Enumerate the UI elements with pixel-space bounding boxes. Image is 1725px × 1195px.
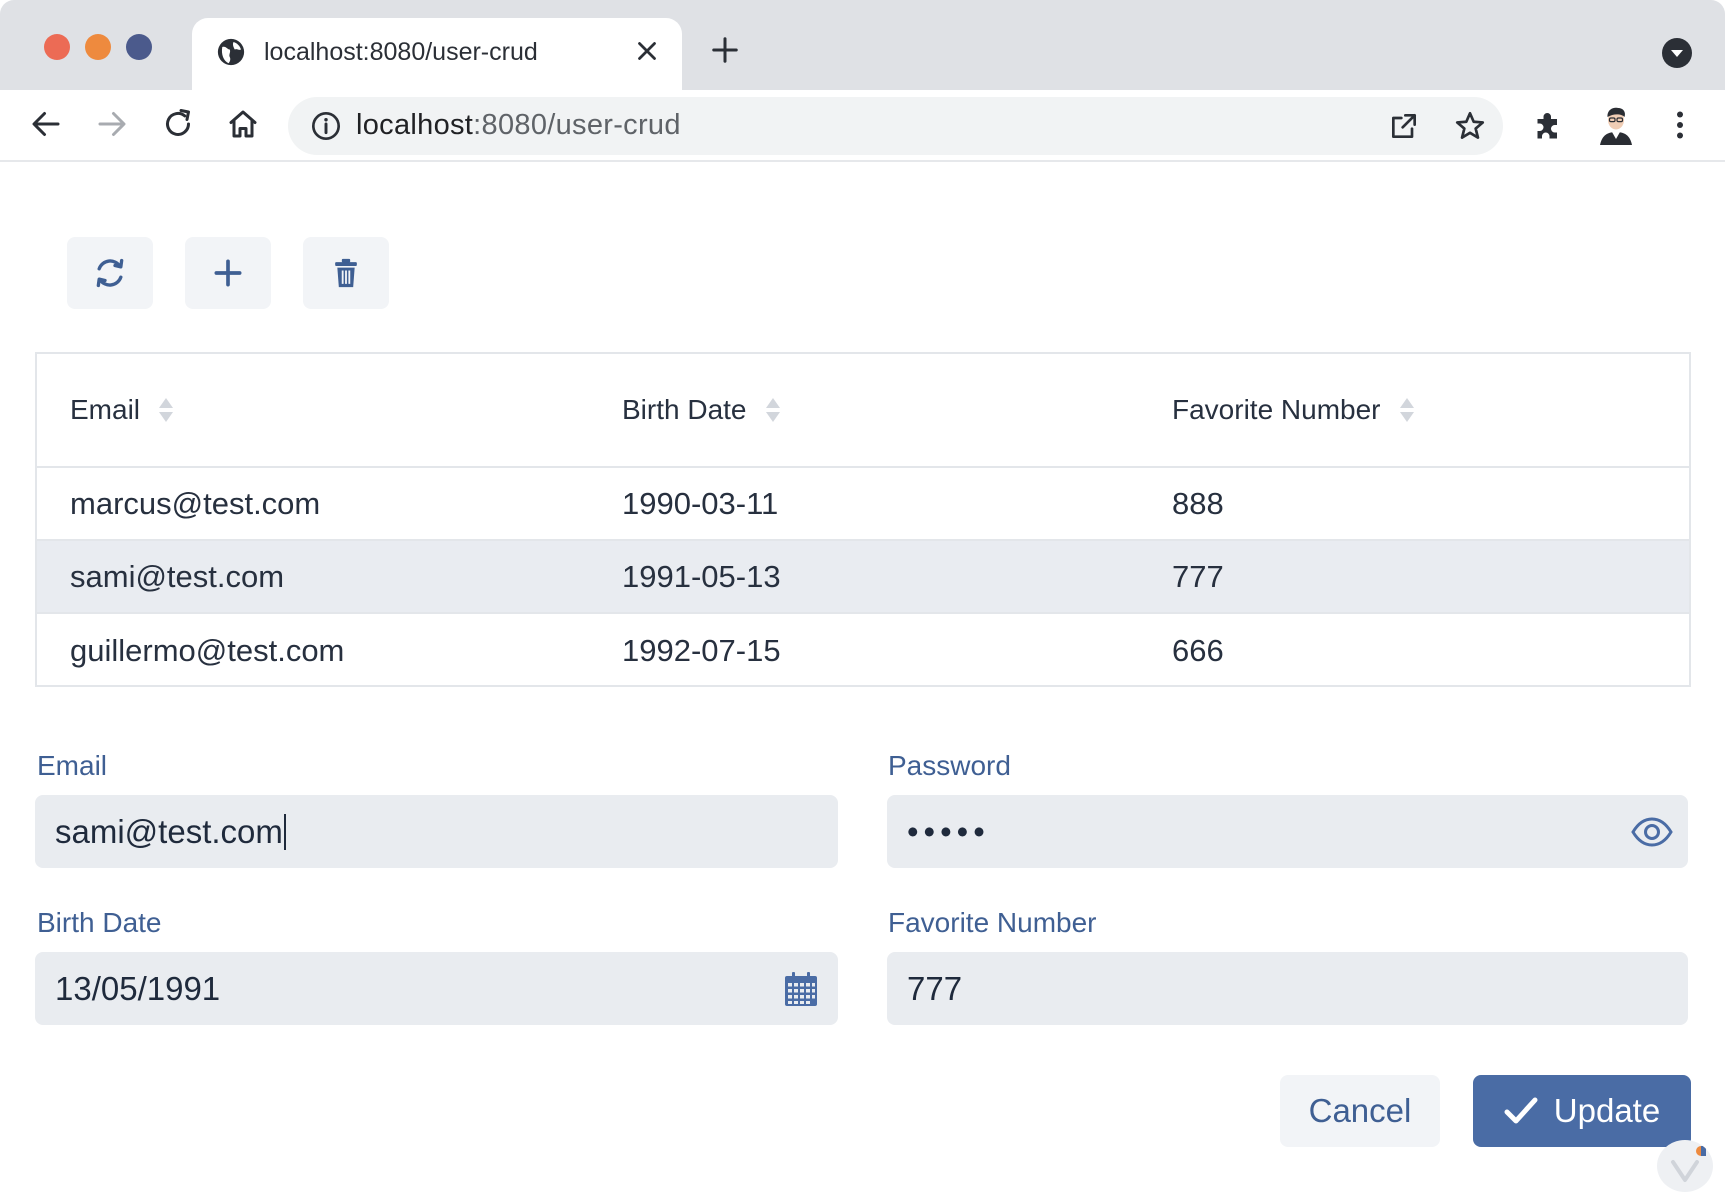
refresh-icon <box>96 258 124 288</box>
email-value-text: sami@test.com <box>55 812 283 850</box>
column-header-birth-date[interactable]: Birth Date <box>622 354 783 466</box>
eye-icon[interactable] <box>1630 812 1674 852</box>
table-row[interactable]: guillermo@test.com 1992-07-15 666 <box>37 614 1689 687</box>
birth-date-label: Birth Date <box>37 907 162 938</box>
open-in-new-icon[interactable] <box>1388 110 1420 142</box>
users-grid: Email Birth Date Favorite Number marcus@… <box>35 352 1691 687</box>
url-path: :8080/user-crud <box>473 109 681 141</box>
url-host: localhost <box>356 109 474 141</box>
cell-birth-date: 1992-07-15 <box>622 632 781 668</box>
update-button-label: Update <box>1553 1092 1661 1129</box>
cell-email: marcus@test.com <box>70 485 321 521</box>
browser-toolbar: localhost:8080/user-crud <box>0 90 1725 162</box>
favorite-number-label: Favorite Number <box>888 907 1097 938</box>
window-maximize-button[interactable] <box>126 34 152 60</box>
email-label: Email <box>37 750 108 781</box>
column-header-label: Email <box>70 394 141 425</box>
table-row-selected[interactable]: sami@test.com 1991-05-13 777 <box>37 541 1689 614</box>
column-header-label: Birth Date <box>622 394 747 425</box>
grid-header-row: Email Birth Date Favorite Number <box>37 354 1689 468</box>
column-header-email[interactable]: Email <box>70 354 176 466</box>
info-icon[interactable] <box>310 110 342 142</box>
window-minimize-button[interactable] <box>85 34 111 60</box>
cell-birth-date: 1991-05-13 <box>622 558 781 594</box>
reload-icon[interactable] <box>160 106 196 142</box>
kebab-menu-icon[interactable] <box>1662 107 1698 143</box>
email-field-value: sami@test.com <box>55 795 286 868</box>
window-close-button[interactable] <box>44 34 70 60</box>
update-button[interactable]: Update <box>1473 1075 1691 1147</box>
globe-icon <box>217 38 245 66</box>
forward-arrow-icon[interactable] <box>94 106 130 142</box>
home-icon[interactable] <box>225 106 261 142</box>
close-icon[interactable] <box>632 36 662 66</box>
browser-tab-strip: localhost:8080/user-crud <box>0 0 1725 90</box>
dev-tools-badge[interactable] <box>1657 1140 1713 1192</box>
checkmark-icon <box>1504 1097 1538 1124</box>
sort-arrows-icon[interactable] <box>156 395 176 425</box>
birth-date-field-value: 13/05/1991 <box>55 969 221 1007</box>
cell-favorite-number: 777 <box>1172 558 1224 594</box>
back-arrow-icon[interactable] <box>28 106 64 142</box>
cell-favorite-number: 888 <box>1172 485 1224 521</box>
profile-avatar[interactable] <box>1594 103 1638 147</box>
cancel-button[interactable]: Cancel <box>1280 1075 1440 1147</box>
trash-icon <box>335 258 357 288</box>
email-field[interactable]: sami@test.com <box>35 795 838 868</box>
plus-icon <box>214 259 242 287</box>
text-caret <box>283 813 286 850</box>
sort-arrows-icon[interactable] <box>763 395 783 425</box>
refresh-button[interactable] <box>67 237 153 309</box>
tab-title: localhost:8080/user-crud <box>264 38 538 66</box>
dev-tools-badge-icon <box>1671 1146 1706 1182</box>
delete-user-button[interactable] <box>303 237 389 309</box>
sort-arrows-icon[interactable] <box>1397 395 1417 425</box>
cell-email: sami@test.com <box>70 558 285 594</box>
password-field[interactable]: ••••• <box>887 795 1688 868</box>
password-label: Password <box>888 750 1011 781</box>
extensions-puzzle-icon[interactable] <box>1530 107 1566 143</box>
browser-tab-active[interactable]: localhost:8080/user-crud <box>192 18 682 90</box>
add-user-button[interactable] <box>185 237 271 309</box>
birth-date-field[interactable]: 13/05/1991 <box>35 952 838 1025</box>
new-tab-plus-icon[interactable] <box>710 35 740 65</box>
favorite-number-field[interactable]: 777 <box>887 952 1688 1025</box>
column-header-favorite-number[interactable]: Favorite Number <box>1172 354 1417 466</box>
cell-email: guillermo@test.com <box>70 632 345 668</box>
cell-favorite-number: 666 <box>1172 632 1224 668</box>
column-header-label: Favorite Number <box>1172 394 1381 425</box>
calendar-icon[interactable] <box>784 971 818 1007</box>
address-bar-url[interactable]: localhost:8080/user-crud <box>356 109 681 142</box>
address-bar[interactable]: localhost:8080/user-crud <box>288 97 1503 155</box>
favorite-number-field-value: 777 <box>907 969 963 1007</box>
bookmark-star-icon[interactable] <box>1453 109 1487 143</box>
tab-search-chevron-down-icon[interactable] <box>1662 38 1692 68</box>
password-field-value: ••••• <box>907 812 990 850</box>
table-row[interactable]: marcus@test.com 1990-03-11 888 <box>37 468 1689 541</box>
cell-birth-date: 1990-03-11 <box>622 485 779 521</box>
